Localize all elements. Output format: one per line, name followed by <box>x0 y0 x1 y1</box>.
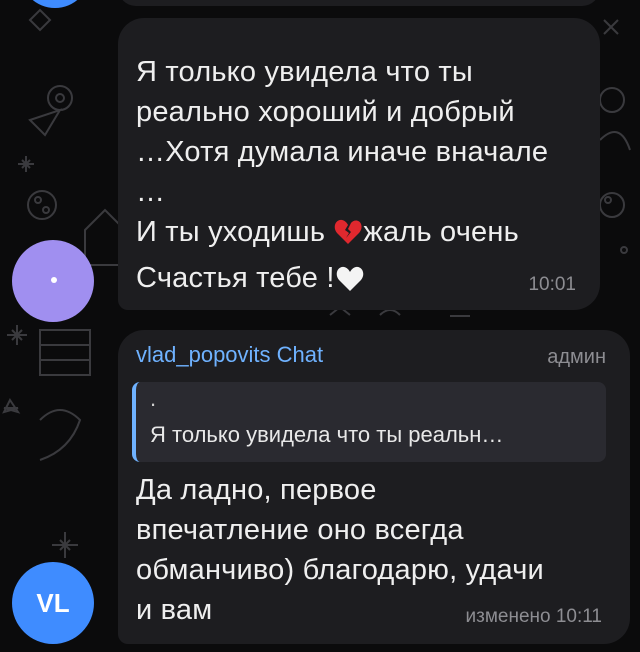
incoming-message[interactable]: . Я только увидела что ты реально хороши… <box>118 18 600 310</box>
message-line: … <box>136 176 166 208</box>
message-line-tail: жаль очень <box>363 216 519 248</box>
reply-quote[interactable]: . Я только увидела что ты реальн… <box>132 382 606 462</box>
broken-heart-icon <box>333 217 363 258</box>
incoming-message[interactable]: vlad_popovits Chat админ . Я только увид… <box>118 330 630 644</box>
chat-screen: . Я только увидела что ты реально хороши… <box>0 0 640 652</box>
white-heart-icon <box>335 264 365 304</box>
message-timestamp: изменено 10:11 <box>465 606 603 627</box>
previous-message-bubble <box>118 0 600 6</box>
avatar-dot <box>51 277 57 283</box>
message-text: Я только увидела что ты реально хороший … <box>136 52 586 304</box>
message-line: реально хороший и добрый <box>136 96 515 128</box>
sender-avatar[interactable]: VL <box>12 562 94 644</box>
message-timestamp: 10:01 <box>528 274 576 295</box>
sender-role-badge: админ <box>547 346 606 368</box>
message-line: И ты уходишь <box>136 216 334 248</box>
message-line: …Хотя думала иначе вначале <box>136 136 549 168</box>
sender-name[interactable]: vlad_popovits Chat <box>136 342 323 368</box>
reply-prefix-mark: . <box>150 386 157 411</box>
message-line: Я только увидела что ты <box>136 56 473 88</box>
reply-quote-text: Я только увидела что ты реальн… <box>150 422 504 447</box>
sender-avatar[interactable] <box>12 240 94 322</box>
message-line: Счастья тебе ! <box>136 262 335 294</box>
